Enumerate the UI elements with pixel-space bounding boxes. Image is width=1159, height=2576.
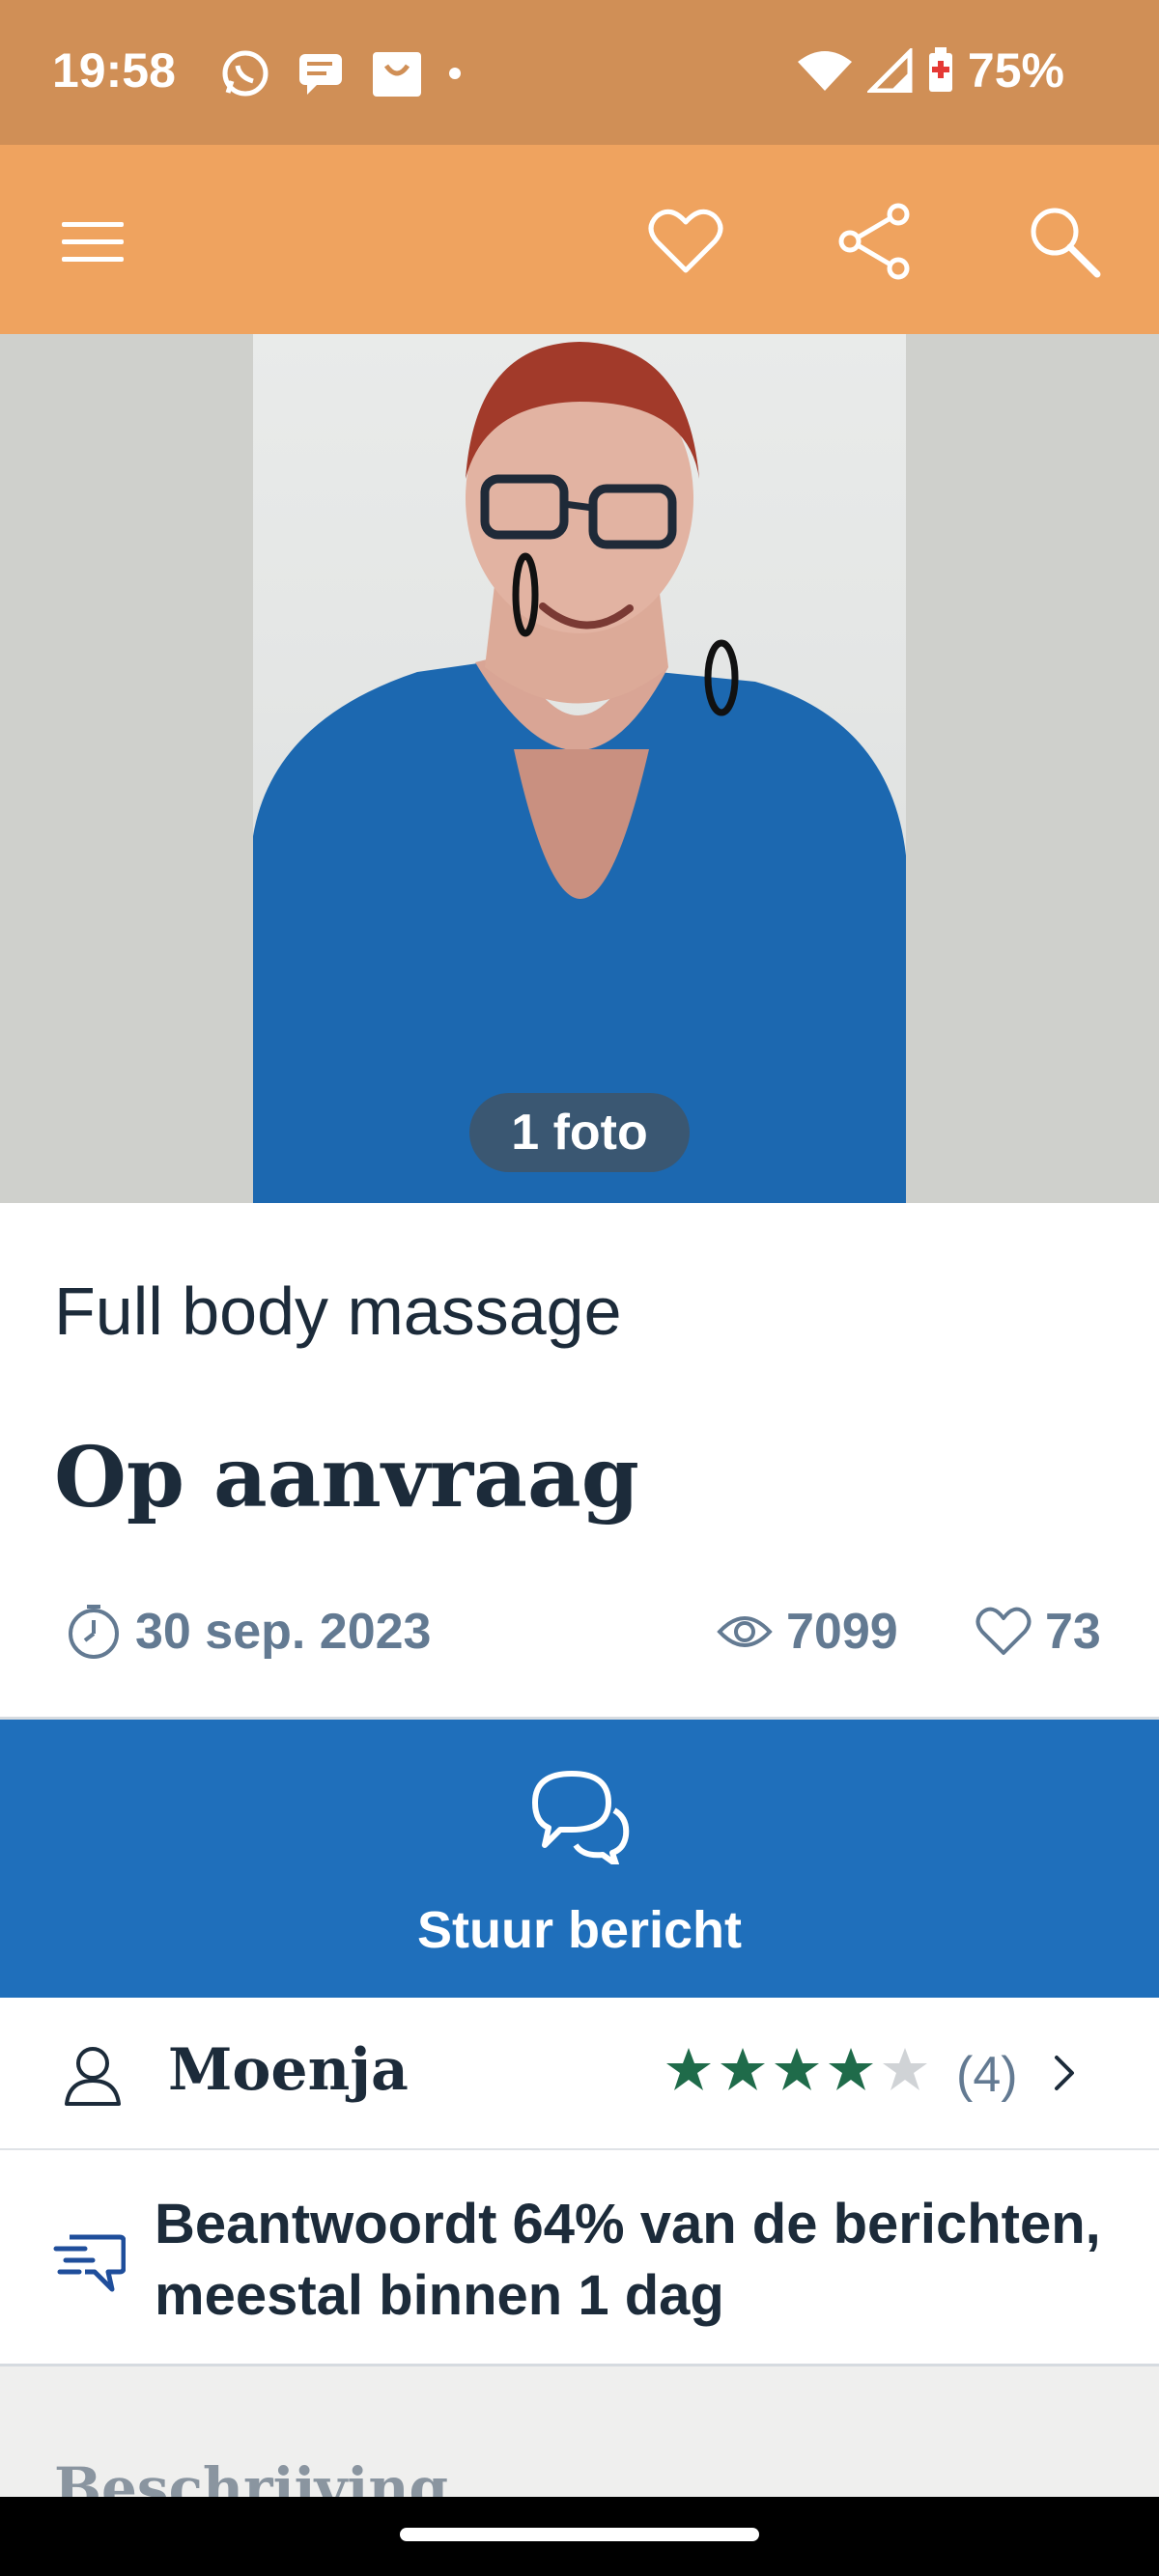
star-filled-icon — [829, 2048, 873, 2090]
status-bar: 19:58 75% — [0, 0, 1159, 145]
notification-icons — [220, 48, 462, 98]
share-icon — [838, 203, 910, 280]
heart-outline-icon — [975, 1607, 1032, 1655]
listing-photo[interactable] — [253, 334, 906, 1203]
chat-bubbles-icon — [532, 1771, 630, 1864]
seller-name: Moenja — [168, 2036, 409, 2104]
photo-illustration — [253, 342, 906, 1203]
star-filled-icon — [666, 2048, 711, 2090]
response-rate-row: Beantwoordt 64% van de berichten, meesta… — [0, 2150, 1159, 2366]
share-button[interactable] — [834, 201, 916, 282]
navigation-bar — [0, 2497, 1159, 2576]
wifi-icon — [797, 51, 852, 91]
whatsapp-icon — [222, 50, 269, 97]
seller-rating — [664, 2046, 929, 2094]
search-icon — [1031, 208, 1101, 278]
review-count: (4) — [956, 2047, 1018, 2103]
listing-meta: 30 sep. 2023 7099 73 — [54, 1603, 1107, 1670]
seller-row[interactable]: Moenja (4) — [0, 1998, 1159, 2150]
favorite-button[interactable] — [645, 201, 726, 282]
date-text: 30 sep. 2023 — [135, 1604, 432, 1660]
response-rate-text: Beantwoordt 64% van de berichten, meesta… — [155, 2193, 1101, 2327]
eye-icon — [717, 1616, 773, 1647]
message-icon — [299, 54, 342, 95]
signal-icon — [866, 48, 913, 93]
dot-icon — [449, 68, 461, 79]
listing-price: Op aanvraag — [54, 1429, 639, 1526]
description-section: Beschrijving — [0, 2366, 1159, 2497]
user-icon — [65, 2047, 121, 2106]
shopping-bag-icon — [373, 52, 421, 97]
status-time: 19:58 — [52, 43, 176, 98]
listing-favorites: 73 — [975, 1603, 1101, 1661]
listing-date: 30 sep. 2023 — [66, 1603, 431, 1661]
fast-reply-icon — [53, 2234, 126, 2292]
battery-icon — [928, 47, 952, 92]
heart-icon — [648, 209, 723, 273]
star-filled-icon — [775, 2048, 819, 2090]
description-heading: Beschrijving — [54, 2455, 449, 2497]
listing-title: Full body massage — [54, 1274, 622, 1349]
views-count: 7099 — [786, 1604, 898, 1660]
star-empty-icon — [883, 2048, 927, 2090]
battery-percentage: 75% — [967, 43, 1064, 98]
app-bar — [0, 145, 1159, 334]
star-filled-icon — [721, 2048, 765, 2090]
home-gesture-handle[interactable] — [400, 2528, 759, 2541]
favorites-count: 73 — [1045, 1604, 1101, 1660]
chevron-right-icon — [1055, 2056, 1074, 2090]
photo-count-badge: 1 foto — [469, 1093, 690, 1172]
menu-icon — [62, 222, 124, 262]
send-message-label: Stuur bericht — [416, 1901, 743, 1959]
system-icons: 75% — [796, 42, 1064, 98]
photo-gallery[interactable]: 1 foto — [0, 334, 1159, 1203]
listing-views: 7099 — [717, 1603, 898, 1661]
menu-button[interactable] — [52, 201, 133, 282]
search-button[interactable] — [1024, 201, 1105, 282]
clock-icon — [69, 1605, 119, 1659]
